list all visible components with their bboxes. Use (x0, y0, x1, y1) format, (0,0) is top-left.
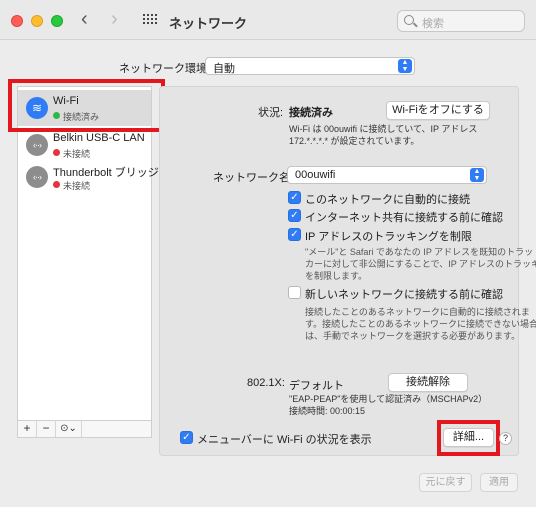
limit-tracking-checkbox[interactable]: ✓ (288, 228, 301, 241)
show-all-grid-icon[interactable] (143, 14, 157, 26)
status-dot-red (53, 181, 60, 188)
popup-arrows-icon: ▲ ▼ (398, 59, 412, 73)
limit-tracking-desc-line3: を制限します。 (305, 271, 368, 281)
ethernet-icon: ‹··› (26, 134, 48, 156)
network-name-label: ネットワーク名: (213, 172, 294, 184)
service-name: Thunderbolt ブリッジ (53, 167, 159, 179)
status-description-line2: 172.*.*.*.* が設定されています。 (289, 136, 420, 146)
location-popup[interactable]: 自動 ▲ ▼ (205, 57, 415, 75)
zoom-window-button[interactable] (51, 15, 63, 27)
show-in-menubar-label: メニューバーに Wi-Fi の状況を表示 (197, 434, 372, 446)
add-service-button[interactable]: + (18, 421, 37, 437)
title-bar: ‹ › ネットワーク 検索 (0, 0, 536, 40)
service-actions-button[interactable]: ⊙⌄ (56, 421, 82, 437)
forward-chevron-icon[interactable]: › (111, 9, 118, 29)
ask-hotspot-label: インターネット共有に接続する前に確認 (305, 212, 503, 224)
limit-tracking-desc-line1: "メール"と Safari であなたの IP アドレスを既知のトラッ (305, 247, 534, 257)
network-name-popup[interactable]: 00ouwifi ▲ ▼ (287, 166, 487, 184)
minimize-window-button[interactable] (31, 15, 43, 27)
help-button[interactable]: ? (499, 432, 512, 445)
sidebar-item-thunderbolt-bridge[interactable]: ‹··› Thunderbolt ブリッジ 未接続 (18, 159, 159, 195)
back-chevron-icon[interactable]: ‹ (81, 9, 88, 29)
network-name-value: 00ouwifi (295, 169, 336, 181)
ask-new-network-label: 新しいネットワークに接続する前に確認 (305, 289, 503, 301)
search-field[interactable]: 検索 (397, 10, 525, 32)
location-value: 自動 (213, 63, 235, 75)
show-in-menubar-checkbox[interactable]: ✓ (180, 431, 193, 444)
highlight-box-advanced (437, 420, 500, 456)
status-value: 接続済み (289, 107, 333, 119)
detail-panel: 状況: 接続済み Wi-Fiをオフにする Wi-Fi は 00ouwifi に接… (159, 86, 536, 456)
dot1x-label: 802.1X: (247, 377, 285, 389)
sidebar-item-belkin-lan[interactable]: ‹··› Belkin USB-C LAN 未接続 (18, 127, 151, 163)
window-title: ネットワーク (169, 16, 248, 31)
service-list-toolbar: + − ⊙⌄ (18, 420, 151, 437)
ask-new-desc-line2: す。接続したことのあるネットワークに接続できない場合 (305, 319, 536, 329)
ask-new-desc-line1: 接続したことのあるネットワークに自動的に接続されま (305, 307, 530, 317)
dot1x-connect-time: 接続時間: 00:00:15 (289, 406, 366, 416)
limit-tracking-label: IP アドレスのトラッキングを制限 (305, 231, 472, 243)
popup-arrows-icon: ▲ ▼ (470, 168, 484, 182)
limit-tracking-desc-line2: カーに対して非公開にすることで、IP アドレスのトラッキング (305, 259, 536, 269)
highlight-box-wifi (8, 79, 165, 132)
revert-button[interactable]: 元に戻す (419, 473, 472, 492)
location-label: ネットワーク環境: (119, 63, 211, 75)
auto-join-label: このネットワークに自動的に接続 (305, 194, 470, 206)
service-name: Belkin USB-C LAN (53, 132, 145, 144)
status-dot-red (53, 149, 60, 156)
dot1x-auth-desc: "EAP-PEAP"を使用して認証済み（MSCHAPv2） (289, 394, 488, 404)
ask-new-desc-line3: は、手動でネットワークを選択する必要があります。 (305, 331, 521, 341)
dot1x-value: デフォルト (289, 380, 344, 392)
close-window-button[interactable] (11, 15, 23, 27)
ethernet-icon: ‹··› (26, 166, 48, 188)
ask-new-network-checkbox[interactable] (288, 286, 301, 299)
status-label: 状況: (258, 107, 284, 119)
ask-hotspot-checkbox[interactable]: ✓ (288, 209, 301, 222)
remove-service-button[interactable]: − (37, 421, 56, 437)
apply-button[interactable]: 適用 (480, 473, 518, 492)
search-icon (404, 15, 414, 25)
status-description-line1: Wi-Fi は 00ouwifi に接続していて、IP アドレス (289, 124, 478, 134)
network-preferences-window: ‹ › ネットワーク 検索 ネットワーク環境: 自動 ▲ ▼ ≋ Wi-Fi 接続… (0, 0, 536, 507)
auto-join-checkbox[interactable]: ✓ (288, 191, 301, 204)
search-placeholder: 検索 (422, 18, 444, 30)
service-list: ≋ Wi-Fi 接続済み ‹··› Belkin USB-C LAN 未接続 ‹… (17, 86, 159, 438)
disconnect-button[interactable]: 接続解除 (388, 373, 468, 392)
service-status: 未接続 (63, 181, 91, 191)
wifi-off-button[interactable]: Wi-Fiをオフにする (386, 101, 490, 120)
